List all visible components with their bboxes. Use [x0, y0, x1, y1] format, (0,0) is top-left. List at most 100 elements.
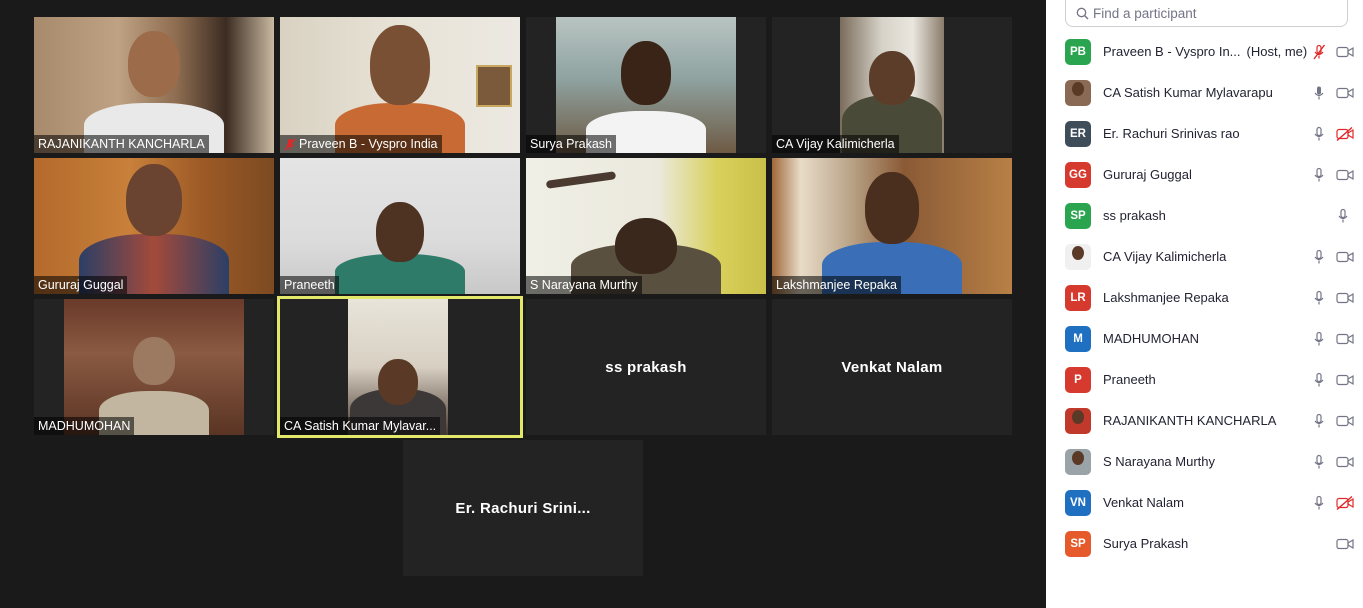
participant-name-label: S Narayana Murthy — [526, 276, 642, 294]
participant-name: S Narayana Murthy — [1103, 454, 1215, 469]
video-camera-icon[interactable] — [1336, 537, 1354, 556]
participant-avatar: GG — [1065, 161, 1091, 188]
video-off-icon[interactable] — [1336, 126, 1354, 146]
video-tile[interactable]: Praveen B - Vyspro India — [280, 17, 520, 153]
microphone-icon[interactable] — [1312, 249, 1326, 270]
participant-row[interactable]: VN Venkat Nalam — [1046, 482, 1363, 523]
participant-row[interactable]: RAJANIKANTH KANCHARLA — [1046, 400, 1363, 441]
participant-name-label: CA Vijay Kalimicherla — [772, 135, 899, 153]
participant-name-label: Gururaj Guggal — [34, 276, 128, 294]
participant-name-label: Lakshmanjee Repaka — [772, 276, 901, 294]
microphone-icon[interactable] — [1312, 85, 1326, 106]
participant-name-text: S Narayana Murthy — [1103, 454, 1215, 469]
video-camera-icon[interactable] — [1336, 250, 1354, 269]
participant-name-text: RAJANIKANTH KANCHARLA — [1103, 413, 1277, 428]
participant-name-text: Surya Prakash — [1103, 536, 1189, 551]
microphone-icon[interactable] — [1312, 454, 1326, 475]
participant-name: MADHUMOHAN — [1103, 331, 1199, 346]
microphone-icon[interactable] — [1336, 208, 1350, 229]
microphone-icon[interactable] — [1312, 413, 1326, 434]
participant-role: (Host, me) — [1246, 44, 1308, 59]
video-tile[interactable]: Praneeth — [280, 158, 520, 294]
participant-name-label: MADHUMOHAN — [34, 417, 135, 435]
video-tile[interactable]: Surya Prakash — [526, 17, 766, 153]
wall-frame-picture — [476, 65, 512, 107]
participant-name: Er. Rachuri Srini... — [455, 499, 591, 517]
microphone-icon[interactable] — [1312, 495, 1326, 516]
video-camera-icon[interactable] — [1336, 86, 1354, 105]
video-tile-no-video[interactable]: ss prakash — [526, 299, 766, 435]
video-camera-icon[interactable] — [1336, 168, 1354, 187]
participant-row[interactable]: LR Lakshmanjee Repaka — [1046, 277, 1363, 318]
participant-name: ss prakash — [605, 358, 687, 376]
participant-name-text: Praveen B - Vyspro In... — [1103, 44, 1241, 59]
participant-avatar: PB — [1065, 38, 1091, 65]
participant-name-label: Praneeth — [280, 276, 339, 294]
participant-name-text: Lakshmanjee Repaka — [1103, 290, 1229, 305]
participant-row[interactable]: PB Praveen B - Vyspro In... (Host, me) — [1046, 31, 1363, 72]
video-tile-active-speaker[interactable]: CA Satish Kumar Mylavar... — [277, 296, 523, 438]
participant-row[interactable]: GG Gururaj Guggal — [1046, 154, 1363, 195]
video-camera-icon[interactable] — [1336, 45, 1354, 64]
video-tile[interactable]: CA Vijay Kalimicherla — [772, 17, 1012, 153]
participant-avatar: P — [1065, 366, 1091, 393]
video-tile[interactable]: MADHUMOHAN — [34, 299, 274, 435]
participant-row[interactable]: SP ss prakash — [1046, 195, 1363, 236]
microphone-icon[interactable] — [1312, 331, 1326, 352]
participant-name-text: MADHUMOHAN — [1103, 331, 1200, 346]
ceiling-fan — [545, 171, 617, 189]
participant-avatar: M — [1065, 325, 1091, 352]
participant-avatar: ER — [1065, 120, 1091, 147]
participant-row[interactable]: SP Surya Prakash — [1046, 523, 1363, 564]
participant-avatar — [1065, 243, 1091, 270]
video-tile[interactable]: Gururaj Guggal — [34, 158, 274, 294]
microphone-icon[interactable] — [1312, 126, 1326, 147]
microphone-icon[interactable] — [1312, 372, 1326, 393]
participant-row[interactable]: P Praneeth — [1046, 359, 1363, 400]
participant-name: Lakshmanjee Repaka — [1103, 290, 1229, 305]
participant-avatar — [1065, 407, 1091, 434]
participant-name-text: ss prakash — [1103, 208, 1166, 223]
participant-name: CA Vijay Kalimicherla — [1103, 249, 1226, 264]
participant-name-text: CA Vijay Kalimicherla — [1103, 249, 1227, 264]
video-off-icon[interactable] — [1336, 495, 1354, 515]
video-tile-no-video[interactable]: Er. Rachuri Srini... — [403, 440, 643, 576]
participant-row[interactable]: CA Satish Kumar Mylavarapu — [1046, 72, 1363, 113]
video-tile[interactable]: Lakshmanjee Repaka — [772, 158, 1012, 294]
participant-name-text: CA Satish Kumar Mylavarapu — [1103, 85, 1273, 100]
participant-row[interactable]: S Narayana Murthy — [1046, 441, 1363, 482]
participant-name: Er. Rachuri Srinivas rao — [1103, 126, 1240, 141]
video-camera-icon[interactable] — [1336, 291, 1354, 310]
participant-avatar — [1065, 448, 1091, 475]
participant-name-text: Venkat Nalam — [1103, 495, 1184, 510]
participant-name-text: Er. Rachuri Srinivas rao — [1103, 126, 1240, 141]
participant-row[interactable]: ER Er. Rachuri Srinivas rao — [1046, 113, 1363, 154]
participant-search-input[interactable]: Find a participant — [1065, 0, 1348, 27]
participant-row[interactable]: M MADHUMOHAN — [1046, 318, 1363, 359]
participant-name: Praveen B - Vyspro In... (Host, me) — [1103, 44, 1307, 59]
video-tile[interactable]: RAJANIKANTH KANCHARLA — [34, 17, 274, 153]
microphone-icon[interactable] — [1312, 290, 1326, 311]
muted-mic-icon — [284, 138, 296, 151]
muted-mic-icon[interactable] — [1312, 44, 1326, 65]
participant-name: RAJANIKANTH KANCHARLA — [1103, 413, 1276, 428]
microphone-icon[interactable] — [1312, 167, 1326, 188]
participant-name: Venkat Nalam — [841, 358, 943, 376]
participant-avatar: SP — [1065, 530, 1091, 557]
video-camera-icon[interactable] — [1336, 332, 1354, 351]
search-icon — [1076, 7, 1089, 19]
video-camera-icon[interactable] — [1336, 455, 1354, 474]
participant-name-label: Surya Prakash — [526, 135, 616, 153]
participant-name: Venkat Nalam — [1103, 495, 1184, 510]
participant-avatar: LR — [1065, 284, 1091, 311]
participant-name: ss prakash — [1103, 208, 1166, 223]
participant-name-label: Praveen B - Vyspro India — [280, 135, 442, 153]
video-camera-icon[interactable] — [1336, 414, 1354, 433]
participant-avatar: VN — [1065, 489, 1091, 516]
video-tile-no-video[interactable]: Venkat Nalam — [772, 299, 1012, 435]
video-gallery: RAJANIKANTH KANCHARLA Praveen B - Vyspro… — [0, 0, 1046, 608]
participant-row[interactable]: CA Vijay Kalimicherla — [1046, 236, 1363, 277]
video-tile[interactable]: S Narayana Murthy — [526, 158, 766, 294]
participant-name-text: Gururaj Guggal — [1103, 167, 1192, 182]
video-camera-icon[interactable] — [1336, 373, 1354, 392]
